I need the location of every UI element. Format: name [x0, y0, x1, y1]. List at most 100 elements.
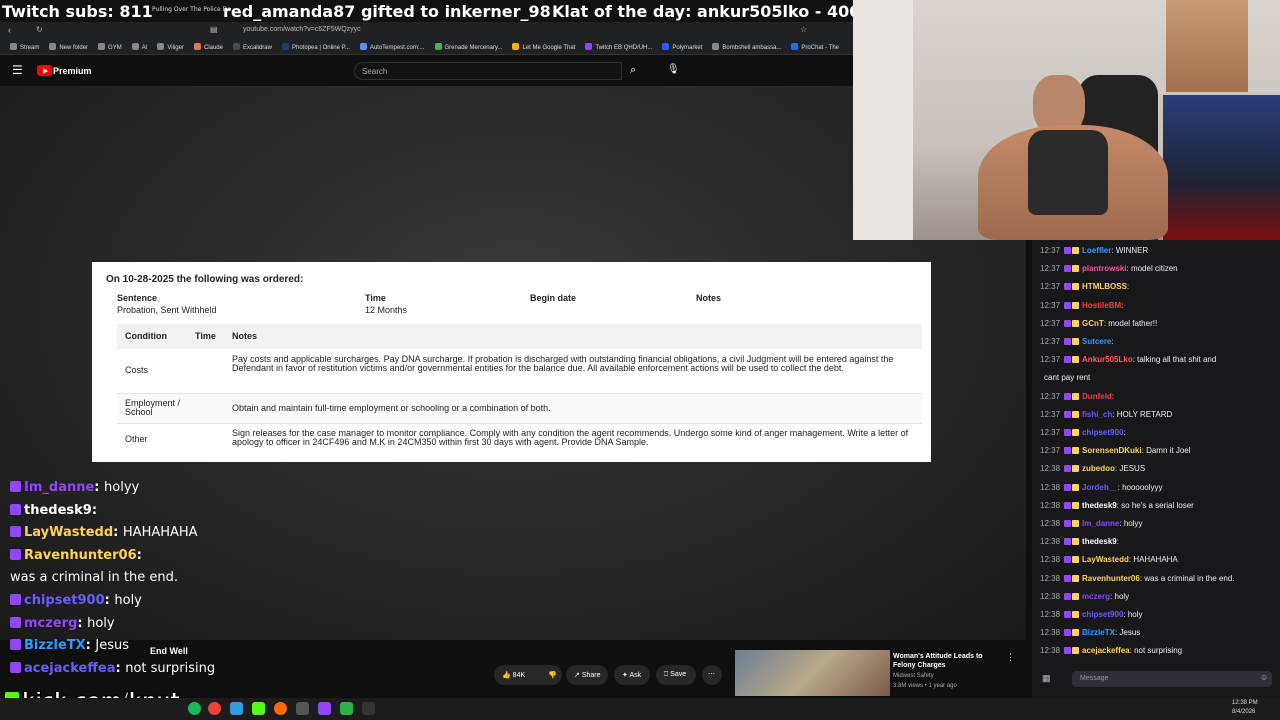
chat-message[interactable]: 12:37 Sutcere:	[1040, 337, 1276, 346]
chat-username[interactable]: acejackeffea	[1082, 646, 1130, 655]
chat-message[interactable]: 12:38 Jordeh__: hooooolyyy	[1040, 483, 1276, 492]
chat-message[interactable]: 12:37 plantrowski: model citizen	[1040, 264, 1276, 273]
spotify-icon[interactable]	[188, 702, 201, 715]
chat-username[interactable]: Sutcere	[1082, 337, 1111, 346]
chrome-icon[interactable]	[208, 702, 221, 715]
dislike-button[interactable]: 👎	[540, 665, 562, 685]
chat-username[interactable]: LayWastedd	[1082, 555, 1129, 564]
bookmark-item[interactable]: Polymarket	[662, 43, 702, 51]
chat-username[interactable]: thedesk9	[1082, 501, 1117, 510]
chat-username[interactable]: zubedoo	[1082, 464, 1115, 473]
chat-message[interactable]: 12:38 acejackeffea: not surprising	[1040, 646, 1276, 655]
bookmark-item[interactable]: Excalidraw	[232, 43, 272, 51]
clock-date[interactable]: 8/4/2026	[1232, 709, 1255, 715]
search-icon[interactable]: ⌕	[630, 64, 636, 77]
url-field[interactable]: youtube.com/watch?v=c6ZF5WQzyyc	[243, 26, 361, 33]
chat-message[interactable]: 12:37 fishi_ch: HOLY RETARD	[1040, 410, 1276, 419]
chat-message[interactable]: 12:37 HTMLBOSS:	[1040, 282, 1276, 291]
bookmark-item[interactable]: Claude	[193, 43, 223, 51]
bookmark-item[interactable]: Stream	[10, 43, 39, 51]
chat-username[interactable]: Dunfeld	[1082, 392, 1112, 401]
chat-username[interactable]: chipset900	[1082, 610, 1123, 619]
chat-message[interactable]: 12:38 Im_danne: holyy	[1040, 519, 1276, 528]
chat-message[interactable]: 12:38 thedesk9: so he's a serial loser	[1040, 501, 1276, 510]
chat-username[interactable]: HTMLBOSS	[1082, 282, 1127, 291]
edge-icon[interactable]	[230, 702, 243, 715]
chat-message[interactable]: 12:38 thedesk9:	[1040, 537, 1276, 546]
more-icon: ⋯	[708, 671, 715, 678]
microphone-icon[interactable]: 🎙	[667, 64, 680, 75]
chat-message[interactable]: 12:37 GCnT: model father!!	[1040, 319, 1276, 328]
chat-username[interactable]: BizzleTX	[1082, 628, 1115, 637]
chat-username[interactable]: GCnT	[1082, 319, 1104, 328]
chat-username[interactable]: fishi_ch	[1082, 410, 1112, 419]
terminal-icon[interactable]	[362, 702, 375, 715]
chat-username[interactable]: Ankur505Lko	[1082, 355, 1133, 364]
rec-channel[interactable]: Midwest Safety	[893, 673, 934, 679]
more-button[interactable]: ⋯	[702, 665, 722, 685]
chat-username[interactable]: Im_danne	[1082, 519, 1119, 528]
back-icon[interactable]: ‹	[8, 25, 11, 35]
save-button[interactable]: ⎕ Save	[656, 665, 696, 685]
recommended-video[interactable]: Woman's Attitude Leads to Felony Charges…	[735, 650, 1025, 696]
ask-button[interactable]: ✦ Ask	[614, 665, 650, 685]
chat-username[interactable]: Jordeh__	[1082, 483, 1118, 492]
badge-icon	[10, 616, 21, 628]
chat-message[interactable]: 12:37 Dunfeld:	[1040, 392, 1276, 401]
chat-username[interactable]: HostileBM	[1082, 301, 1121, 310]
chat-username[interactable]: Loeffler	[1082, 246, 1111, 255]
chat-message[interactable]: 12:38 BizzleTX: Jesus	[1040, 628, 1276, 637]
chat-username[interactable]: thedesk9	[1082, 537, 1117, 546]
rec-title[interactable]: Woman's Attitude Leads to Felony Charges	[893, 652, 1003, 670]
chat-message[interactable]: 12:37 HostileBM:	[1040, 301, 1276, 310]
chat-message[interactable]: 12:38 LayWastedd: HAHAHAHA	[1040, 555, 1276, 564]
grid-icon[interactable]: ▦	[1042, 673, 1051, 684]
site-info-icon[interactable]: ▤	[210, 25, 218, 34]
emote-icon[interactable]: ☺	[1260, 673, 1268, 682]
chat-message[interactable]: 12:38 zubedoo: JESUS	[1040, 464, 1276, 473]
chat-message[interactable]: 12:38 Ravenhunter06: was a criminal in th…	[1040, 574, 1276, 583]
reload-icon[interactable]: ↻	[36, 25, 43, 34]
green-app-icon[interactable]	[340, 702, 353, 715]
bookmark-item[interactable]: Photopea | Online P...	[281, 43, 350, 51]
like-button[interactable]: 👍 84K	[494, 665, 540, 685]
chat-username[interactable]: mczerg	[1082, 592, 1110, 601]
kick-app-icon[interactable]	[252, 702, 265, 715]
chat-username[interactable]: chipset900	[1082, 428, 1123, 437]
bookmark-item[interactable]: AI	[131, 43, 147, 51]
chat-text: holyy	[1123, 519, 1143, 528]
bookmark-item[interactable]: Viliger	[157, 43, 184, 51]
chat-message[interactable]: cant pay rent	[1040, 373, 1276, 382]
bookmark-item[interactable]: ProChat - The	[791, 43, 839, 51]
star-icon[interactable]: ☆	[800, 25, 807, 34]
chat-message[interactable]: 12:37 SorensenDKuki: Damn it Joel	[1040, 446, 1276, 455]
twitch-icon[interactable]	[318, 702, 331, 715]
bookmark-item[interactable]: GYM	[98, 43, 122, 51]
share-button[interactable]: ↗ Share	[566, 665, 608, 685]
app-icon[interactable]	[296, 702, 309, 715]
chat-username[interactable]: SorensenDKuki	[1082, 446, 1142, 455]
bookmark-item[interactable]: Bombshell ambassa...	[712, 43, 781, 51]
bookmark-icon	[131, 43, 139, 50]
menu-icon[interactable]: ☰	[12, 63, 23, 77]
chat-message[interactable]: 12:37 Loeffler: WINNER	[1040, 246, 1276, 255]
search-input[interactable]: Search	[354, 62, 622, 80]
chat-message[interactable]: 12:38 mczerg: holy	[1040, 592, 1276, 601]
bookmark-item[interactable]: Let Me Google That	[512, 43, 575, 51]
tab-title[interactable]: Pulling Over The Police Do	[152, 6, 231, 13]
chat-username[interactable]: Ravenhunter06	[1082, 574, 1140, 583]
bookmark-item[interactable]: Grenade Mercenary...	[434, 43, 502, 51]
chat-message[interactable]: 12:37 Ankur505Lko: talking all that shit …	[1040, 355, 1276, 364]
chat-username[interactable]: plantrowski	[1082, 264, 1126, 273]
chat-input[interactable]: Message	[1072, 671, 1272, 687]
video-thumbnail[interactable]	[735, 650, 890, 696]
chat-message[interactable]: 12:37 chipset900:	[1040, 428, 1276, 437]
obs-icon[interactable]	[274, 702, 287, 715]
more-vert-icon[interactable]: ⋮	[1006, 652, 1015, 663]
youtube-logo-icon[interactable]	[37, 65, 52, 76]
chat-message[interactable]: 12:38 chipset900: holy	[1040, 610, 1276, 619]
bookmark-item[interactable]: Twitch EB QHD/UH...	[585, 43, 652, 51]
bookmark-item[interactable]: AutoTempest.com:...	[359, 43, 425, 51]
clock-time[interactable]: 12:38 PM	[1232, 700, 1258, 706]
bookmark-item[interactable]: New folder	[49, 43, 88, 51]
